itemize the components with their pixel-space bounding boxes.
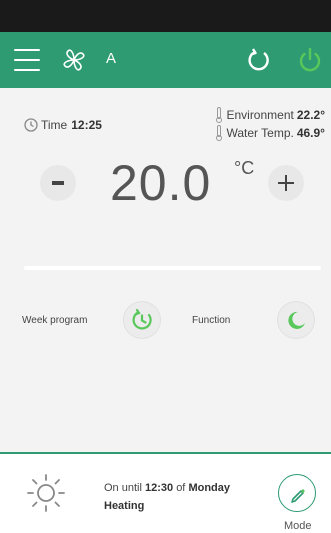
thermometer-icon	[216, 125, 223, 141]
environment-reading: Environment 22.2°	[215, 106, 325, 124]
water-temp-label: Water Temp.	[226, 126, 294, 140]
fan-mode-label: A	[106, 50, 117, 67]
setpoint-temperature: 20.0	[110, 155, 212, 211]
power-icon[interactable]	[295, 45, 325, 75]
function-button[interactable]	[278, 302, 314, 338]
menu-icon[interactable]	[14, 49, 40, 71]
status-day: Monday	[188, 482, 230, 494]
water-temp-value: 46.9°	[296, 126, 325, 140]
status-until-time: 12:30	[144, 482, 174, 494]
heating-status: Heating	[104, 500, 145, 512]
pen-icon	[291, 489, 305, 503]
mode-button[interactable]	[278, 474, 316, 512]
thermometer-icon	[216, 107, 223, 123]
top-bar: A	[0, 32, 331, 88]
divider	[24, 266, 321, 270]
sun-icon	[27, 474, 65, 512]
week-program-label: Week program	[22, 315, 88, 326]
environment-value: 22.2°	[296, 108, 325, 122]
status-middle: of	[176, 482, 186, 494]
fan-icon[interactable]	[60, 46, 88, 74]
mode-label: Mode	[284, 520, 312, 532]
status-prefix: On until	[104, 482, 142, 494]
main-panel: Time 12:25 Environment 22.2° Water Temp.…	[0, 88, 331, 452]
moon-icon	[288, 311, 305, 329]
time-display: Time 12:25	[24, 118, 102, 132]
system-status-bar	[0, 0, 331, 32]
status-bar-bottom: On until 12:30 of Monday Heating Mode	[0, 454, 331, 533]
temperature-unit: °C	[234, 158, 255, 178]
environment-label: Environment	[226, 108, 294, 122]
schedule-status: On until 12:30 of Monday	[104, 482, 230, 494]
decrease-temp-button[interactable]	[40, 165, 76, 201]
time-label: Time	[41, 118, 68, 132]
increase-temp-button[interactable]	[268, 165, 304, 201]
function-label: Function	[192, 315, 231, 326]
water-temp-reading: Water Temp. 46.9°	[215, 124, 325, 142]
clock-icon	[24, 118, 38, 132]
refresh-icon[interactable]	[243, 45, 273, 75]
sensor-readings: Environment 22.2° Water Temp. 46.9°	[215, 106, 325, 142]
time-value: 12:25	[71, 118, 102, 132]
week-program-button[interactable]	[124, 302, 160, 338]
